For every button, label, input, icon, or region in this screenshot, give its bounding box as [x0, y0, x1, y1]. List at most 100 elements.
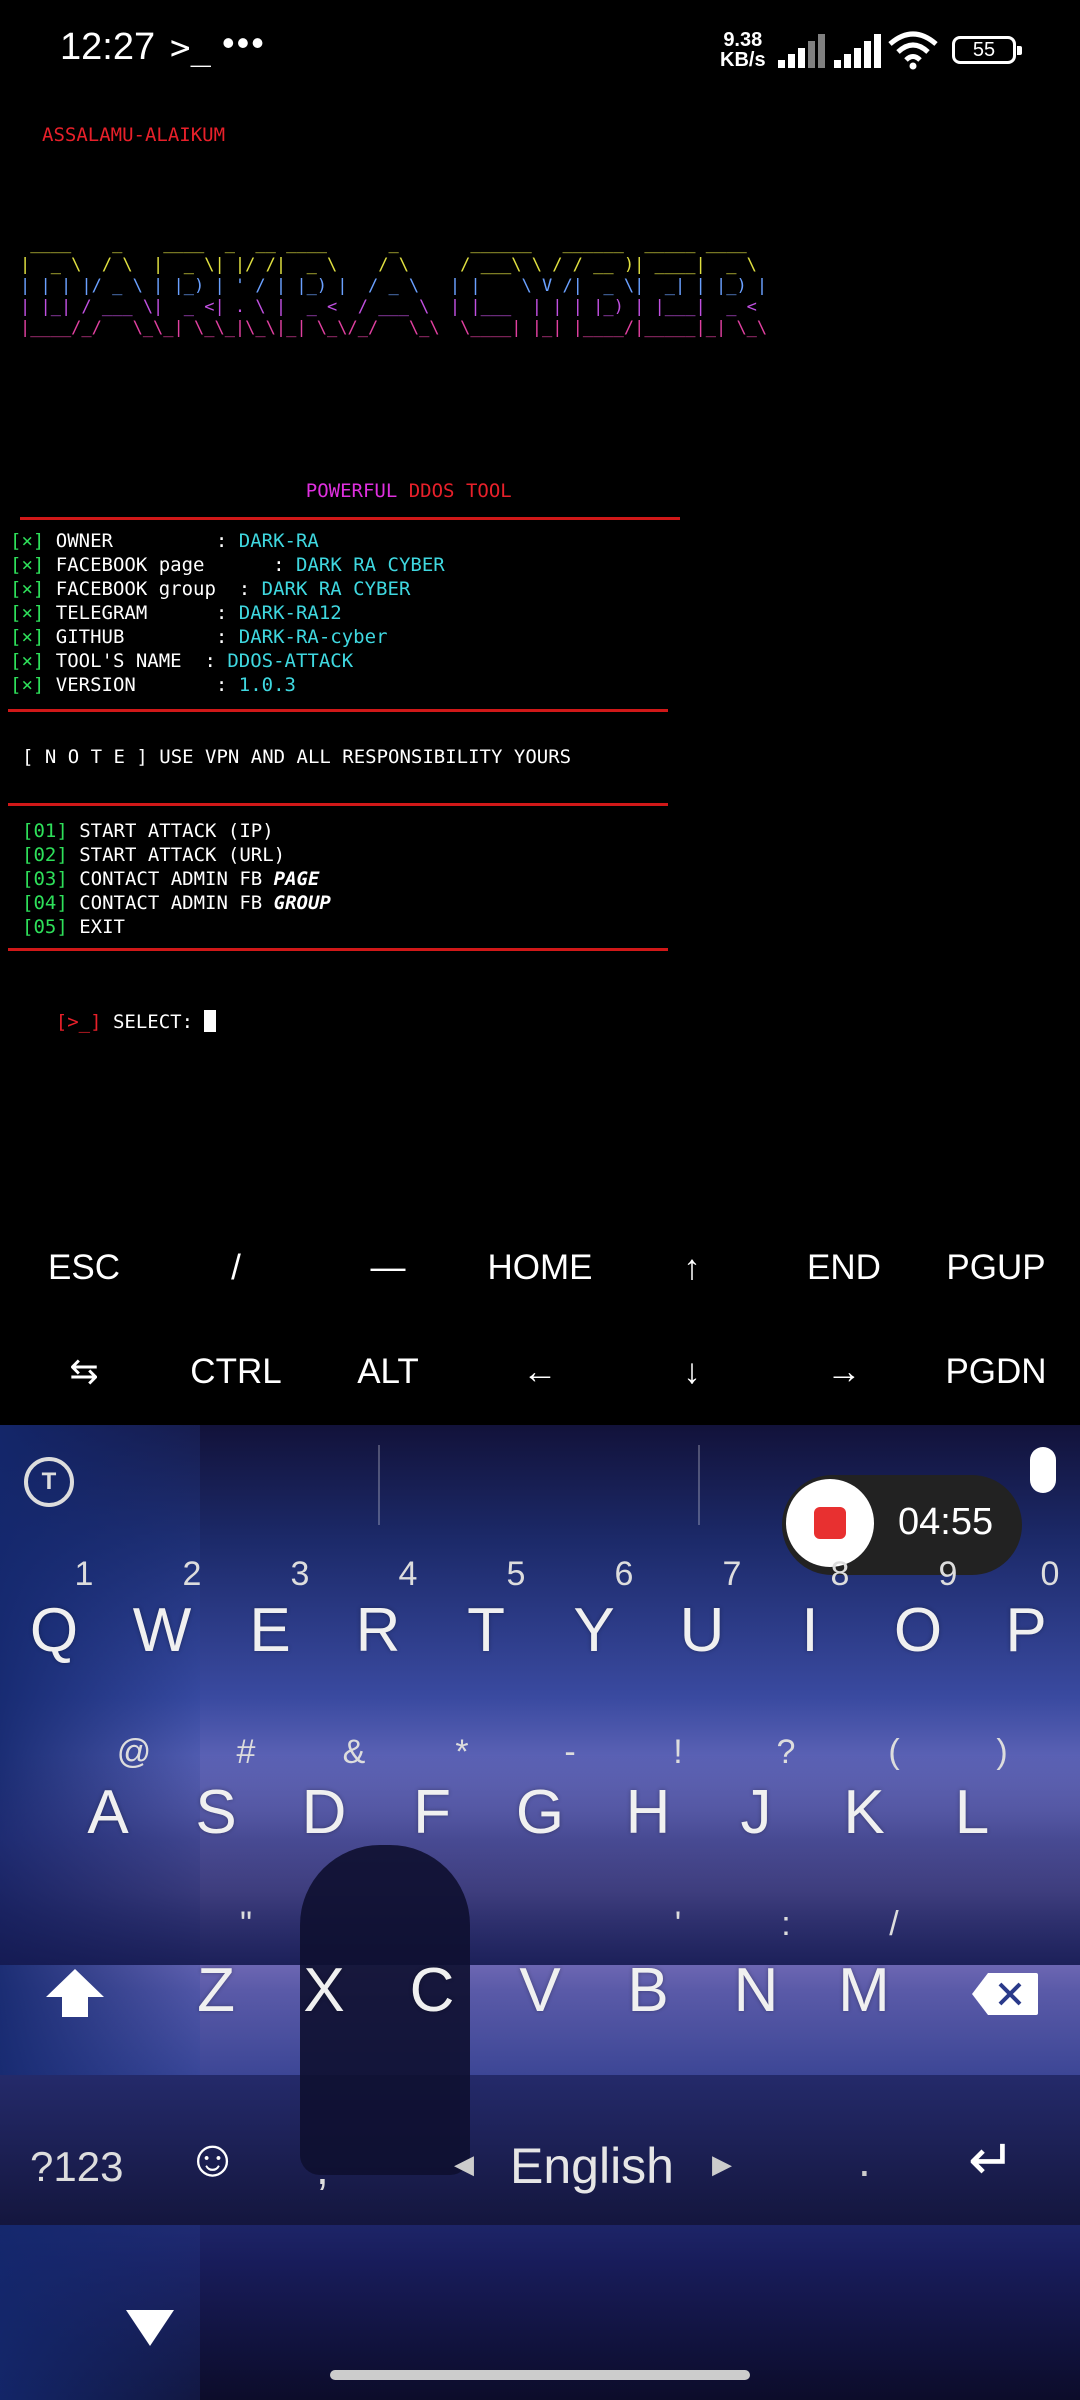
info-row-facebook-group: [×] FACEBOOK group : DARK RA CYBER — [10, 578, 410, 600]
home-key[interactable]: HOME — [464, 1248, 616, 1288]
comma-key[interactable]: , — [316, 2141, 329, 2195]
arrow-left-key[interactable]: ← — [464, 1352, 616, 1392]
arrow-up-key[interactable]: ↑ — [616, 1248, 768, 1288]
key-label: K — [843, 1778, 885, 1847]
arrow-right-key[interactable]: → — [768, 1352, 920, 1392]
arrow-down-key[interactable]: ↓ — [616, 1352, 768, 1392]
space-bar[interactable]: ◀ English ▶ — [440, 2125, 740, 2205]
key-y[interactable]: Y — [540, 1600, 648, 1662]
toolbar-divider — [698, 1445, 700, 1525]
info-row-owner: [×] OWNER : DARK-RA — [10, 530, 319, 552]
divider — [8, 709, 668, 712]
dash-key[interactable]: — — [312, 1248, 464, 1288]
key-b[interactable]: B — [594, 1960, 702, 2022]
info-label: FACEBOOK group : — [44, 578, 262, 600]
info-row-facebook-page: [×] FACEBOOK page : DARK RA CYBER — [10, 554, 445, 576]
hint-1: 1 — [74, 1555, 94, 1593]
key-q[interactable]: Q — [0, 1600, 108, 1662]
menu-label: START ATTACK (IP) — [67, 820, 274, 842]
key-p[interactable]: P — [972, 1600, 1080, 1662]
key-r[interactable]: R — [324, 1600, 432, 1662]
menu-label: START ATTACK (URL) — [67, 844, 286, 866]
symbols-key[interactable]: ?123 — [30, 2143, 123, 2191]
key-m[interactable]: M — [810, 1960, 918, 2022]
note-text: [ N O T E ] USE VPN AND ALL RESPONSIBILI… — [22, 746, 572, 768]
esc-key[interactable]: ESC — [8, 1248, 160, 1288]
key-f[interactable]: F — [378, 1782, 486, 1844]
key-i[interactable]: I — [756, 1600, 864, 1662]
pgup-key[interactable]: PGUP — [920, 1248, 1072, 1288]
ctrl-key[interactable]: CTRL — [160, 1352, 312, 1392]
hide-keyboard-icon[interactable] — [126, 2310, 174, 2346]
key-k[interactable]: K — [810, 1782, 918, 1844]
key-t[interactable]: T — [432, 1600, 540, 1662]
info-mark: [×] — [10, 530, 45, 552]
battery-icon: 55 — [952, 36, 1022, 64]
status-bar: 12:27 >_ ••• 9.38 KB/s 55 — [0, 0, 1080, 100]
select-prompt[interactable]: [>_] SELECT: — [10, 988, 217, 1055]
key-l[interactable]: L — [918, 1782, 1026, 1844]
alt-key[interactable]: ALT — [312, 1352, 464, 1392]
key-c[interactable]: C — [378, 1960, 486, 2022]
toolbar-divider — [378, 1445, 380, 1525]
hint-lparen: ( — [888, 1733, 900, 1771]
key-d[interactable]: D — [270, 1782, 378, 1844]
key-label: J — [740, 1778, 772, 1847]
wifi-icon — [888, 31, 938, 70]
menu-number: [05] — [22, 916, 68, 938]
menu-number: [01] — [22, 820, 68, 842]
key-label: T — [467, 1596, 505, 1665]
key-label: V — [519, 1956, 561, 2025]
info-label: VERSION : — [44, 674, 239, 696]
enter-icon[interactable]: ↵ — [968, 2127, 1015, 2193]
info-value: DARK RA CYBER — [261, 578, 411, 600]
info-mark: [×] — [10, 602, 45, 624]
hint-2: 2 — [182, 1555, 202, 1593]
stop-recording-button[interactable] — [786, 1479, 874, 1567]
key-e[interactable]: E — [216, 1600, 324, 1662]
space-label: English — [510, 2138, 674, 2194]
backspace-icon[interactable] — [970, 1971, 1040, 2017]
period-key[interactable]: . — [858, 2133, 871, 2187]
key-z[interactable]: Z — [162, 1960, 270, 2022]
key-label: N — [733, 1956, 779, 2025]
menu-item-start-attack-ip: [01] START ATTACK (IP) — [22, 820, 274, 842]
tab-key[interactable]: ⇆ — [8, 1352, 160, 1392]
pgdn-key[interactable]: PGDN — [920, 1352, 1072, 1392]
key-v[interactable]: V — [486, 1960, 594, 2022]
key-x[interactable]: X — [270, 1960, 378, 2022]
divider — [8, 948, 668, 951]
menu-number: [02] — [22, 844, 68, 866]
hint-hash: # — [236, 1733, 256, 1771]
info-value: DDOS-ATTACK — [227, 650, 354, 672]
hint-3: 3 — [290, 1555, 310, 1593]
translate-icon[interactable]: T — [24, 1457, 74, 1507]
info-mark: [×] — [10, 650, 45, 672]
menu-item-contact-page: [03] CONTACT ADMIN FB PAGE — [22, 868, 319, 890]
hint-quote: " — [239, 1905, 253, 1943]
home-gesture-bar[interactable] — [330, 2370, 750, 2380]
menu-item-contact-group: [04] CONTACT ADMIN FB GROUP — [22, 892, 331, 914]
mic-icon[interactable] — [1030, 1447, 1056, 1493]
key-n[interactable]: N — [702, 1960, 810, 2022]
slash-key[interactable]: / — [160, 1248, 312, 1288]
recording-timer: 04:55 — [898, 1501, 994, 1543]
key-o[interactable]: O — [864, 1600, 972, 1662]
key-s[interactable]: S — [162, 1782, 270, 1844]
divider — [20, 517, 680, 520]
emoji-icon[interactable]: ☺ — [186, 2129, 239, 2189]
tagline-ddos: DDOS — [408, 480, 455, 502]
key-label: M — [838, 1956, 890, 2025]
menu-emphasis: PAGE — [273, 868, 320, 890]
shift-icon[interactable] — [42, 1965, 108, 2021]
key-w[interactable]: W — [108, 1600, 216, 1662]
banner-line: ____ _ ____ _ __ ____ _ ______ ______ __… — [20, 234, 768, 254]
key-g[interactable]: G — [486, 1782, 594, 1844]
key-h[interactable]: H — [594, 1782, 702, 1844]
key-j[interactable]: J — [702, 1782, 810, 1844]
end-key[interactable]: END — [768, 1248, 920, 1288]
key-label: E — [249, 1596, 291, 1665]
key-a[interactable]: A — [54, 1782, 162, 1844]
key-u[interactable]: U — [648, 1600, 756, 1662]
hint-colon: : — [781, 1905, 791, 1943]
